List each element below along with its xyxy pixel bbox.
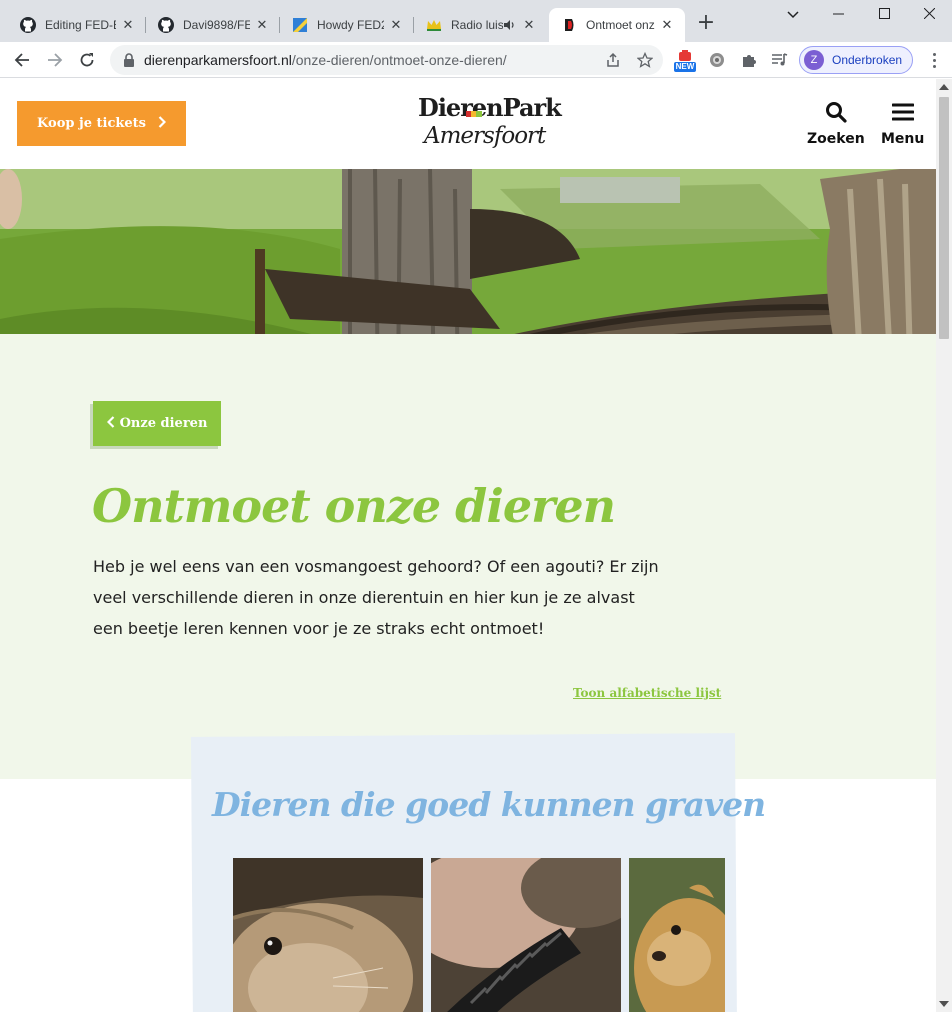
chevron-left-icon bbox=[106, 415, 115, 432]
tab-editing-fed[interactable]: Editing FED-E ✕ bbox=[8, 8, 146, 42]
crown-icon bbox=[426, 17, 442, 33]
search-label: Zoeken bbox=[807, 131, 865, 147]
dierenpark-icon bbox=[561, 17, 577, 33]
close-icon[interactable]: ✕ bbox=[120, 17, 136, 33]
gear-extension-icon[interactable] bbox=[706, 50, 728, 70]
intro-text: Heb je wel eens van een vosmangoest geho… bbox=[93, 557, 659, 638]
logo-stripes bbox=[466, 111, 482, 117]
site-logo[interactable]: DierenPark Amersfoort bbox=[418, 93, 562, 159]
browser-menu-icon[interactable] bbox=[924, 50, 944, 70]
tab-davi9898[interactable]: Davi9898/FED ✕ bbox=[146, 8, 280, 42]
buy-tickets-button[interactable]: Koop je tickets bbox=[17, 101, 186, 146]
profile-button[interactable]: Z Onderbroken bbox=[799, 46, 913, 74]
url-text: dierenparkamersfoort.nl/onze-dieren/ontm… bbox=[144, 52, 507, 68]
chevron-right-icon bbox=[158, 115, 167, 132]
tab-title: Howdy FED2 bbox=[317, 18, 384, 32]
avatar: Z bbox=[804, 50, 824, 70]
menu-label: Menu bbox=[881, 131, 925, 147]
forward-arrow-icon[interactable] bbox=[41, 46, 69, 74]
new-tab-button[interactable]: + bbox=[694, 11, 718, 35]
reload-icon[interactable] bbox=[73, 46, 101, 74]
scroll-up-arrow-icon[interactable] bbox=[939, 84, 949, 90]
back-button-label: Onze dieren bbox=[119, 416, 208, 431]
page-viewport: Koop je tickets DierenPark Amersfoort Zo… bbox=[0, 79, 936, 1012]
scroll-down-arrow-icon[interactable] bbox=[939, 1001, 949, 1007]
tab-title: Davi9898/FED bbox=[183, 18, 250, 32]
address-bar[interactable]: dierenparkamersfoort.nl/onze-dieren/ontm… bbox=[110, 45, 663, 75]
tab-radio[interactable]: Radio luis ✕ bbox=[414, 8, 548, 42]
back-to-onze-dieren-button[interactable]: Onze dieren bbox=[93, 401, 221, 446]
share-icon[interactable] bbox=[604, 51, 622, 69]
extension-new-icon[interactable]: NEW bbox=[673, 48, 697, 74]
github-icon bbox=[20, 17, 36, 33]
puzzle-icon[interactable] bbox=[738, 50, 760, 70]
page-scrollbar[interactable] bbox=[936, 79, 952, 1012]
page-title: Ontmoet onze dieren bbox=[92, 479, 616, 533]
lock-icon[interactable] bbox=[122, 53, 136, 67]
maximize-button[interactable] bbox=[861, 4, 907, 26]
tab-howdy[interactable]: Howdy FED2 ✕ bbox=[280, 8, 414, 42]
animal-photo-mongoose[interactable] bbox=[629, 858, 725, 1012]
url-domain: dierenparkamersfoort.nl bbox=[144, 52, 292, 68]
github-icon bbox=[158, 17, 174, 33]
close-icon[interactable]: ✕ bbox=[388, 17, 404, 33]
logo-line-1: DierenPark bbox=[418, 93, 562, 122]
site-header: Koop je tickets DierenPark Amersfoort Zo… bbox=[0, 79, 936, 169]
minimize-button[interactable] bbox=[815, 4, 861, 26]
section-title: Dieren die goed kunnen graven bbox=[212, 785, 766, 824]
alphabetical-list-link[interactable]: Toon alfabetische lijst bbox=[573, 686, 721, 700]
profile-name: Onderbroken bbox=[832, 53, 903, 67]
browser-tab-bar: Editing FED-E ✕ Davi9898/FED ✕ Howdy FED… bbox=[0, 0, 952, 42]
search-button[interactable]: Zoeken bbox=[807, 101, 865, 147]
close-icon[interactable]: ✕ bbox=[659, 17, 675, 33]
howdy-icon bbox=[292, 17, 308, 33]
hamburger-icon bbox=[891, 101, 915, 127]
close-icon[interactable]: ✕ bbox=[521, 17, 537, 33]
window-close-button[interactable] bbox=[906, 4, 952, 26]
close-icon[interactable]: ✕ bbox=[254, 17, 270, 33]
tab-title: Editing FED-E bbox=[45, 18, 116, 32]
tab-search-chevron-icon[interactable] bbox=[770, 4, 816, 26]
back-arrow-icon[interactable] bbox=[8, 46, 36, 74]
speaker-icon[interactable] bbox=[503, 19, 517, 31]
logo-line-2: Amersfoort bbox=[424, 123, 546, 149]
hero-angled-edge bbox=[0, 341, 936, 391]
tab-ontmoet-active[interactable]: Ontmoet onz ✕ bbox=[549, 8, 685, 42]
tab-title: Ontmoet onz bbox=[586, 18, 655, 32]
animal-photo-prairie-dog[interactable] bbox=[233, 858, 423, 1012]
tab-title: Radio luis bbox=[451, 18, 503, 32]
buy-tickets-label: Koop je tickets bbox=[37, 116, 146, 131]
media-queue-icon[interactable] bbox=[769, 50, 791, 70]
menu-button[interactable]: Menu bbox=[881, 101, 924, 147]
search-icon bbox=[825, 101, 847, 127]
animal-photo-millipede[interactable] bbox=[431, 858, 621, 1012]
extension-badge: NEW bbox=[673, 62, 697, 72]
url-path: /onze-dieren/ontmoet-onze-dieren/ bbox=[291, 52, 507, 68]
browser-toolbar: dierenparkamersfoort.nl/onze-dieren/ontm… bbox=[0, 42, 952, 78]
scrollbar-thumb[interactable] bbox=[939, 97, 949, 339]
bookmark-star-icon[interactable] bbox=[636, 51, 654, 69]
